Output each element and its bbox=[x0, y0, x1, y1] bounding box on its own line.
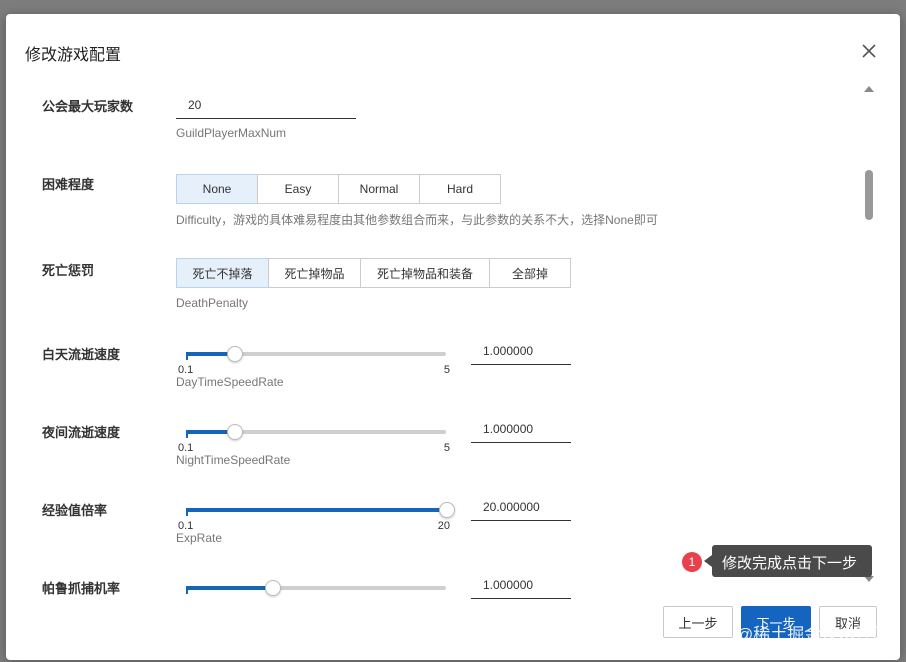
difficulty-option-none[interactable]: None bbox=[176, 174, 258, 204]
death-penalty-help: DeathPenalty bbox=[176, 296, 249, 310]
slider-min-tick bbox=[186, 430, 188, 438]
death-option-no-drop[interactable]: 死亡不掉落 bbox=[176, 258, 269, 288]
difficulty-option-normal[interactable]: Normal bbox=[338, 174, 420, 204]
night-speed-input[interactable]: 1.000000 bbox=[471, 418, 571, 443]
difficulty-option-easy[interactable]: Easy bbox=[257, 174, 339, 204]
slider-min-tick bbox=[186, 352, 188, 360]
guide-tooltip: 修改完成点击下一步 bbox=[712, 545, 872, 577]
exp-rate-help: ExpRate bbox=[176, 531, 223, 545]
dialog-title: 修改游戏配置 bbox=[25, 47, 122, 64]
prev-step-button[interactable]: 上一步 bbox=[663, 606, 733, 638]
death-penalty-label: 死亡惩罚 bbox=[42, 263, 95, 278]
slider-thumb[interactable] bbox=[226, 424, 243, 440]
slider-max-label: 5 bbox=[443, 442, 450, 454]
exp-rate-input[interactable]: 20.000000 bbox=[471, 496, 571, 521]
watermark: @稀土掘金技术社区 bbox=[736, 625, 890, 644]
pal-capture-label: 帕鲁抓捕机率 bbox=[42, 581, 121, 596]
difficulty-segmented: None Easy Normal Hard bbox=[176, 174, 501, 204]
slider-fill bbox=[186, 586, 272, 590]
night-speed-label: 夜间流逝速度 bbox=[42, 425, 121, 440]
death-option-drop-items[interactable]: 死亡掉物品 bbox=[268, 258, 361, 288]
slider-max-label: 20 bbox=[437, 520, 450, 532]
pal-capture-slider[interactable] bbox=[186, 580, 446, 604]
day-speed-help: DayTimeSpeedRate bbox=[176, 375, 284, 389]
guild-max-label: 公会最大玩家数 bbox=[42, 99, 134, 114]
day-speed-input[interactable]: 1.000000 bbox=[471, 340, 571, 365]
slider-thumb[interactable] bbox=[226, 346, 243, 362]
death-option-drop-items-equipment[interactable]: 死亡掉物品和装备 bbox=[360, 258, 490, 288]
step-badge: 1 bbox=[682, 552, 702, 572]
form-scroll-area[interactable]: 公会最大玩家数 20 GuildPlayerMaxNum 困难程度 None E… bbox=[6, 84, 900, 604]
guild-max-input[interactable]: 20 bbox=[176, 94, 356, 119]
difficulty-label: 困难程度 bbox=[42, 177, 95, 192]
scroll-up-icon[interactable] bbox=[864, 86, 874, 92]
pal-capture-input[interactable]: 1.000000 bbox=[471, 574, 571, 599]
guild-max-value: 20 bbox=[188, 98, 202, 112]
close-icon[interactable] bbox=[858, 40, 880, 62]
exp-rate-slider[interactable]: 0.1 20 bbox=[178, 502, 455, 536]
guide-tooltip-text: 修改完成点击下一步 bbox=[722, 555, 858, 572]
scroll-thumb[interactable] bbox=[865, 170, 873, 220]
tooltip-arrow bbox=[704, 555, 712, 567]
slider-fill bbox=[186, 508, 446, 512]
slider-thumb[interactable] bbox=[439, 502, 455, 518]
day-speed-label: 白天流逝速度 bbox=[42, 347, 121, 362]
guild-max-help: GuildPlayerMaxNum bbox=[176, 126, 287, 140]
exp-rate-value: 20.000000 bbox=[483, 500, 540, 514]
slider-min-tick bbox=[186, 586, 188, 594]
game-config-dialog: 修改游戏配置 公会最大玩家数 20 GuildPlayerMaxNum 困难程度… bbox=[6, 14, 900, 660]
death-penalty-segmented: 死亡不掉落 死亡掉物品 死亡掉物品和装备 全部掉 bbox=[176, 258, 571, 288]
night-speed-value: 1.000000 bbox=[483, 422, 534, 436]
difficulty-help: Difficulty，游戏的具体难易程度由其他参数组合而来，与此参数的关系不大，… bbox=[176, 213, 658, 227]
exp-rate-label: 经验值倍率 bbox=[42, 503, 108, 518]
vertical-scrollbar[interactable] bbox=[862, 84, 876, 589]
day-speed-value: 1.000000 bbox=[483, 344, 534, 358]
slider-max-label: 5 bbox=[443, 364, 450, 376]
difficulty-option-hard[interactable]: Hard bbox=[419, 174, 501, 204]
slider-thumb[interactable] bbox=[264, 580, 281, 596]
slider-min-tick bbox=[186, 508, 188, 516]
pal-capture-value: 1.000000 bbox=[483, 578, 534, 592]
night-speed-help: NightTimeSpeedRate bbox=[176, 453, 291, 467]
death-option-drop-all[interactable]: 全部掉 bbox=[489, 258, 571, 288]
